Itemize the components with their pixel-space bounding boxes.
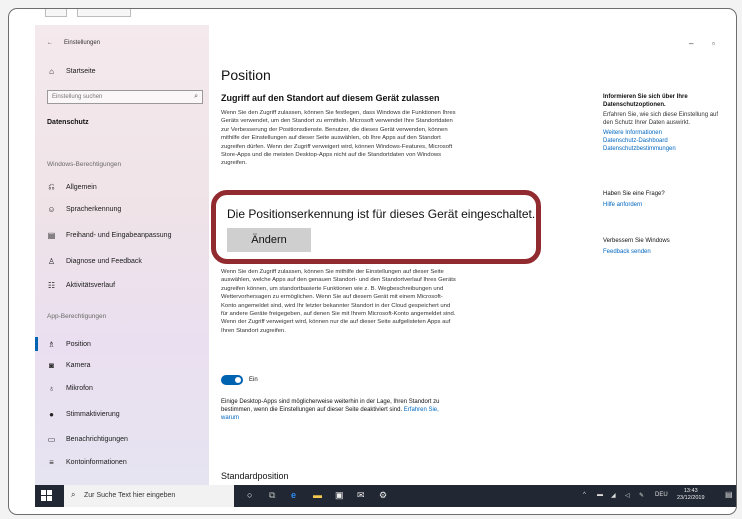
toggle-knob — [235, 377, 241, 383]
taskbar: ⌕ Zur Suche Text hier eingeben ○ ⧉ e ▬ ▣… — [35, 485, 736, 507]
search-icon[interactable]: ⌕ — [194, 93, 198, 101]
search-icon: ⌕ — [71, 490, 76, 499]
sidebar-item-label: Spracherkennung — [66, 205, 122, 213]
explorer-icon[interactable]: ▬ — [313, 490, 322, 500]
sidebar-item-allgemein[interactable]: ⎌ Allgemein — [47, 181, 97, 193]
frame-tabs — [45, 9, 195, 17]
sidebar-item-label: Aktivitätsverlauf — [66, 281, 116, 289]
edge-icon[interactable]: e — [291, 490, 296, 500]
taskbar-search-box[interactable]: ⌕ Zur Suche Text hier eingeben — [64, 485, 234, 507]
app-title: Einstellungen — [64, 40, 101, 46]
improve-title: Verbessern Sie Windows — [603, 238, 670, 244]
privacy-info-text: Erfahren Sie, wie sich diese Einstellung… — [603, 112, 719, 126]
settings-window: ← Einstellungen ⌂ Startseite Einstellung… — [35, 25, 736, 507]
sidebar-item-home[interactable]: ⌂ Startseite — [47, 65, 96, 77]
sidebar-header: ← Einstellungen — [47, 40, 100, 46]
sidebar-item-kamera[interactable]: ◙ Kamera — [47, 359, 91, 371]
sidebar-item-label: Freihand- und Eingabeanpassung — [66, 231, 172, 239]
more-info-link[interactable]: Weitere Informationen — [603, 129, 721, 137]
sidebar-item-mikrofon[interactable]: ♁ Mikrofon — [47, 382, 93, 394]
screenshot-frame: ← Einstellungen ⌂ Startseite Einstellung… — [8, 8, 737, 515]
location-icon: ♗ — [47, 339, 56, 349]
language-indicator[interactable]: DEU — [655, 492, 668, 498]
sidebar-item-diagnose[interactable]: ♙ Diagnose und Feedback — [47, 255, 142, 267]
lock-icon: ⎌ — [48, 182, 55, 191]
clock-date: 23/12/2019 — [677, 495, 705, 501]
cortana-icon[interactable]: ○ — [247, 490, 252, 500]
sidebar-item-label: Kontoinformationen — [66, 458, 127, 466]
search-placeholder: Einstellung suchen — [52, 94, 103, 100]
sidebar-item-label: Startseite — [66, 67, 96, 75]
privacy-info-title: Informieren Sie sich über Ihre Datenschu… — [603, 94, 688, 108]
page-title: Position — [221, 67, 271, 83]
sidebar-item-spracherkennung[interactable]: ☺ Spracherkennung — [47, 203, 121, 215]
privacy-statement-link[interactable]: Datenschutzbestimmungen — [603, 145, 721, 153]
sidebar-item-label: Mikrofon — [66, 384, 93, 392]
location-status-text: Die Positionserkennung ist für dieses Ge… — [227, 207, 536, 221]
privacy-info-panel: Informieren Sie sich über Ihre Datenschu… — [603, 93, 721, 153]
section-heading: Zugriff auf den Standort auf diesem Gerä… — [221, 93, 440, 103]
active-indicator — [35, 337, 38, 351]
search-input[interactable]: Einstellung suchen ⌕ — [47, 90, 203, 104]
windows-start-icon[interactable] — [41, 490, 53, 502]
clock-time: 13:43 — [683, 488, 698, 494]
group-app-permissions: App-Berechtigungen — [47, 313, 107, 320]
section-title: Datenschutz — [47, 119, 89, 126]
sidebar-item-label: Diagnose und Feedback — [66, 257, 142, 265]
maximize-button[interactable]: ▫ — [712, 39, 715, 48]
privacy-dashboard-link[interactable]: Datenschutz-Dashboard — [603, 137, 721, 145]
close-button[interactable]: ✕ — [735, 39, 736, 48]
sidebar-item-freihand[interactable]: ▤ Freihand- und Eingabeanpassung — [47, 229, 172, 241]
minimize-button[interactable]: – — [689, 39, 693, 48]
taskbar-clock[interactable]: 13:43 23/12/2019 — [677, 488, 705, 502]
location-status-callout: Die Positionserkennung ist für dieses Ge… — [211, 190, 541, 264]
question-panel: Haben Sie eine Frage? Hilfe anfordern — [603, 190, 721, 209]
intro-text: Wenn Sie den Zugriff zulassen, können Si… — [221, 110, 456, 167]
sidebar-item-label: Position — [66, 340, 91, 348]
change-button[interactable]: Ändern — [227, 228, 311, 252]
toggle-state-label: Ein — [249, 377, 258, 383]
sidebar: ← Einstellungen ⌂ Startseite Einstellung… — [35, 25, 209, 485]
speech-icon: ☺ — [47, 204, 56, 214]
sidebar-item-position[interactable]: ♗ Position — [47, 338, 91, 350]
pen-workspace-icon[interactable]: ✎ — [639, 492, 644, 499]
apps-access-text: Wenn Sie den Zugriff zulassen, können Si… — [221, 269, 456, 334]
tray-chevron-icon[interactable]: ^ — [583, 492, 586, 498]
account-icon: ≡ — [49, 457, 54, 467]
store-icon[interactable]: ▣ — [335, 490, 344, 501]
home-icon: ⌂ — [49, 66, 54, 76]
sidebar-item-label: Stimmaktivierung — [66, 410, 120, 418]
sidebar-item-label: Kamera — [66, 361, 91, 369]
action-center-icon[interactable]: ▤ — [725, 490, 733, 499]
notification-icon: ▭ — [47, 434, 56, 444]
sidebar-item-benachrichtigungen[interactable]: ▭ Benachrichtigungen — [47, 433, 128, 445]
back-arrow-icon[interactable]: ← — [47, 40, 53, 46]
settings-gear-icon[interactable]: ⚙ — [379, 490, 387, 501]
sidebar-item-kontoinformationen[interactable]: ≡ Kontoinformationen — [47, 456, 127, 468]
pen-icon: ▤ — [47, 230, 56, 240]
improve-panel: Verbessern Sie Windows Feedback senden — [603, 237, 721, 256]
desktop-apps-note: Einige Desktop-Apps sind möglicherweise … — [221, 398, 451, 422]
sidebar-item-label: Benachrichtigungen — [66, 435, 128, 443]
group-windows-permissions: Windows-Berechtigungen — [47, 161, 122, 168]
voice-icon: ● — [49, 409, 54, 419]
task-view-icon[interactable]: ⧉ — [269, 490, 275, 501]
camera-icon: ◙ — [49, 360, 54, 370]
sidebar-item-aktivitaetsverlauf[interactable]: ☷ Aktivitätsverlauf — [47, 279, 115, 291]
battery-icon[interactable]: ▬ — [597, 492, 603, 498]
get-help-link[interactable]: Hilfe anfordern — [603, 201, 721, 209]
microphone-icon: ♁ — [48, 383, 55, 393]
diagnose-icon: ♙ — [47, 256, 56, 266]
timeline-icon: ☷ — [47, 280, 56, 290]
location-toggle[interactable] — [221, 375, 243, 385]
volume-icon[interactable]: ◁ — [625, 492, 630, 499]
send-feedback-link[interactable]: Feedback senden — [603, 248, 721, 256]
mail-icon[interactable]: ✉ — [357, 490, 365, 501]
network-icon[interactable]: ◢ — [611, 492, 616, 499]
question-title: Haben Sie eine Frage? — [603, 191, 665, 197]
sidebar-item-stimmaktivierung[interactable]: ● Stimmaktivierung — [47, 408, 120, 420]
sidebar-item-label: Allgemein — [66, 183, 97, 191]
default-position-heading: Standardposition — [221, 471, 289, 481]
taskbar-search-text: Zur Suche Text hier eingeben — [84, 492, 176, 499]
